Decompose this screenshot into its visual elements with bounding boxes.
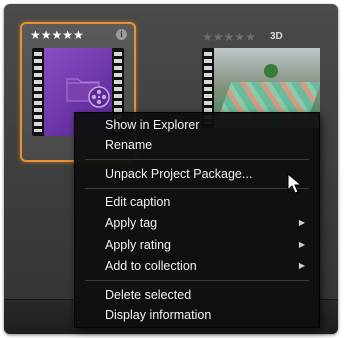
menu-separator bbox=[85, 280, 309, 281]
film-perforation-left bbox=[34, 52, 42, 132]
submenu-arrow-icon: ▶ bbox=[298, 218, 305, 227]
menu-item-apply-tag[interactable]: Apply tag ▶ bbox=[75, 213, 319, 233]
context-menu: Show in Explorer Rename Unpack Project P… bbox=[74, 112, 320, 328]
film-reel-icon bbox=[88, 86, 110, 108]
menu-item-add-to-collection[interactable]: Add to collection ▶ bbox=[75, 256, 319, 276]
menu-item-delete-selected[interactable]: Delete selected bbox=[75, 285, 319, 305]
3d-badge: 3D bbox=[270, 31, 283, 42]
submenu-arrow-icon: ▶ bbox=[298, 240, 305, 249]
rating-stars[interactable]: ★★★★★ bbox=[202, 30, 256, 44]
menu-item-edit-caption[interactable]: Edit caption bbox=[75, 192, 319, 212]
menu-separator bbox=[85, 188, 309, 189]
menu-item-display-information[interactable]: Display information bbox=[75, 305, 319, 325]
menu-item-unpack-project-package[interactable]: Unpack Project Package... bbox=[75, 164, 319, 184]
submenu-arrow-icon: ▶ bbox=[298, 261, 305, 270]
menu-item-rename[interactable]: Rename bbox=[75, 135, 319, 155]
menu-separator bbox=[85, 159, 309, 160]
menu-item-apply-rating[interactable]: Apply rating ▶ bbox=[75, 235, 319, 255]
mouse-cursor-icon bbox=[287, 173, 303, 194]
rating-stars[interactable]: ★★★★★ bbox=[30, 28, 84, 42]
info-icon[interactable]: i bbox=[116, 29, 127, 40]
menu-item-show-in-explorer[interactable]: Show in Explorer bbox=[75, 115, 319, 135]
